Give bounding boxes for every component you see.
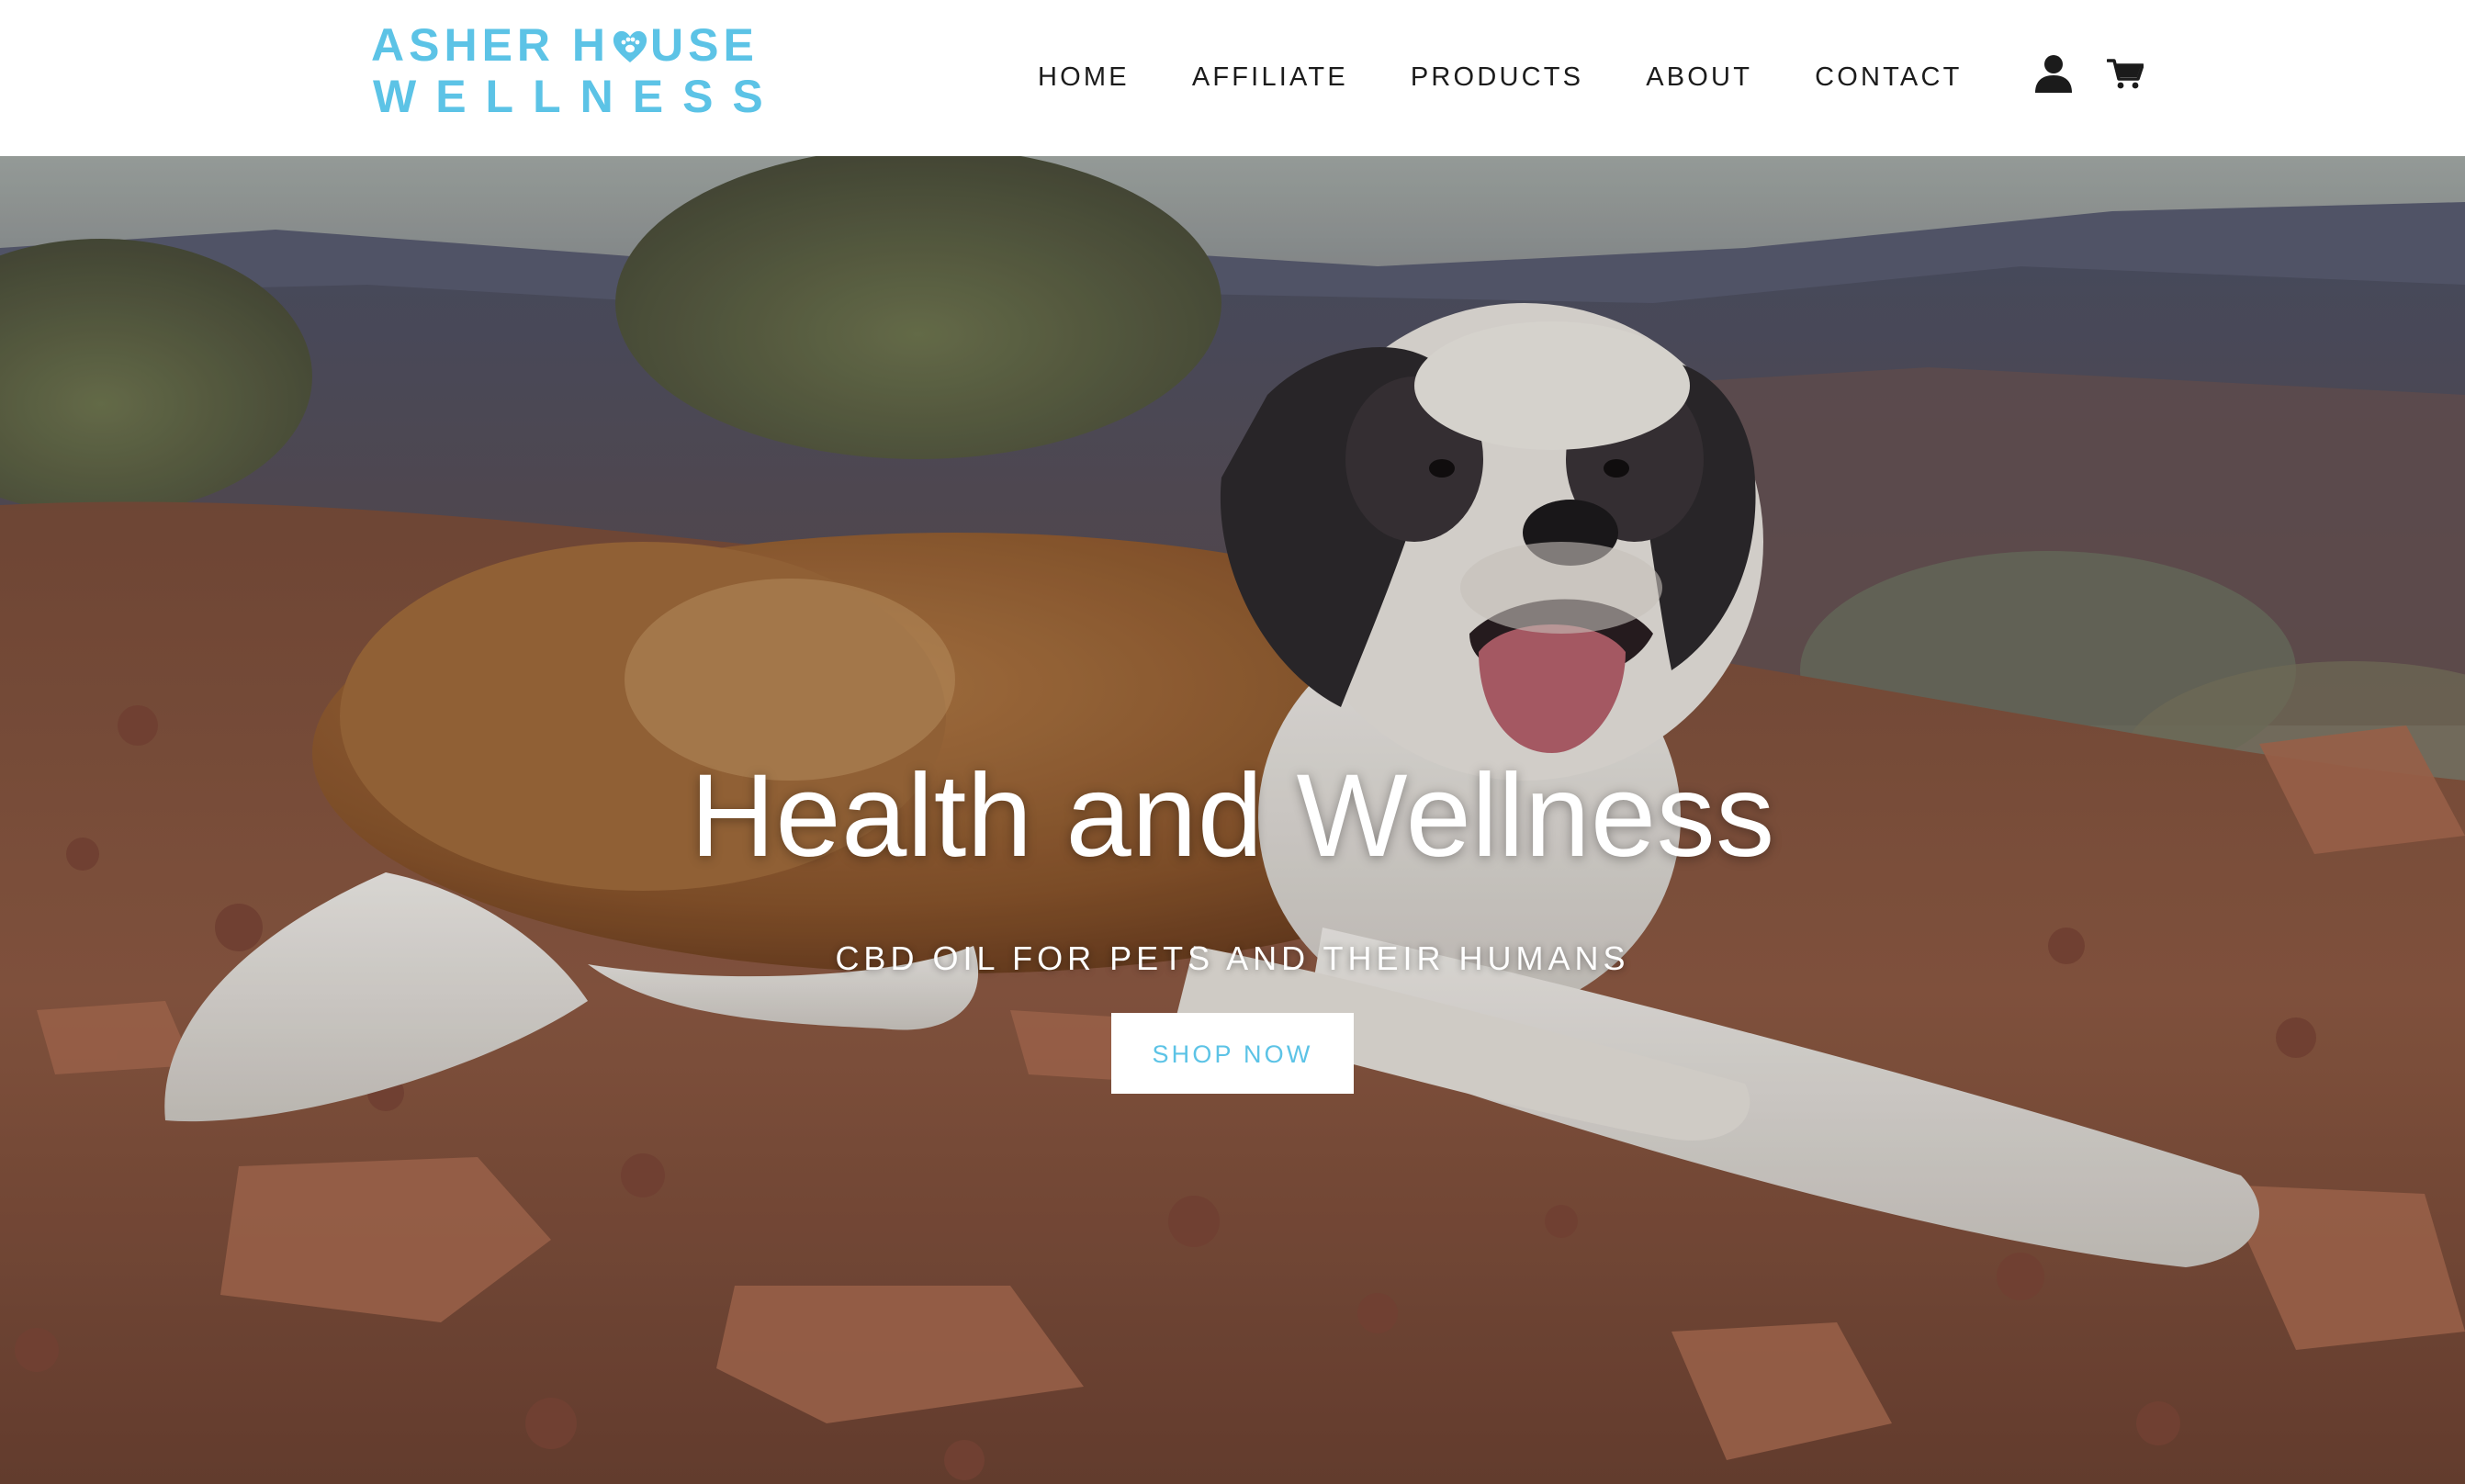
nav-affiliate[interactable]: AFFILIATE <box>1192 62 1348 93</box>
main-nav: HOME AFFILIATE PRODUCTS ABOUT CONTACT <box>1038 53 1963 101</box>
nav-contact[interactable]: CONTACT <box>1815 62 1962 93</box>
hero-subtitle: CBD OIL FOR PETS AND THEIR HUMANS <box>835 939 1630 977</box>
account-icon[interactable] <box>2032 51 2076 96</box>
heart-paw-icon <box>612 27 648 63</box>
logo-text-part-1: ASHER H <box>371 19 611 71</box>
nav-about[interactable]: ABOUT <box>1646 62 1752 93</box>
site-header: ASHER H USE WELLNESS HOME AFFILIATE PROD… <box>0 0 2465 156</box>
hero-title: Health and Wellness <box>690 750 1775 882</box>
nav-home[interactable]: HOME <box>1038 62 1130 93</box>
logo-line-1: ASHER H USE <box>371 22 759 68</box>
logo-text-part-2: USE <box>650 19 759 71</box>
header-icons <box>2032 51 2147 96</box>
nav-products[interactable]: PRODUCTS <box>1411 62 1583 93</box>
logo[interactable]: ASHER H USE WELLNESS <box>371 20 763 121</box>
hero-content: Health and Wellness CBD OIL FOR PETS AND… <box>0 758 2465 1094</box>
cart-icon[interactable] <box>2103 51 2147 96</box>
logo-line-2: WELLNESS <box>373 71 782 122</box>
shop-now-button[interactable]: SHOP NOW <box>1111 1013 1354 1094</box>
hero-banner: Health and Wellness CBD OIL FOR PETS AND… <box>0 156 2465 1484</box>
